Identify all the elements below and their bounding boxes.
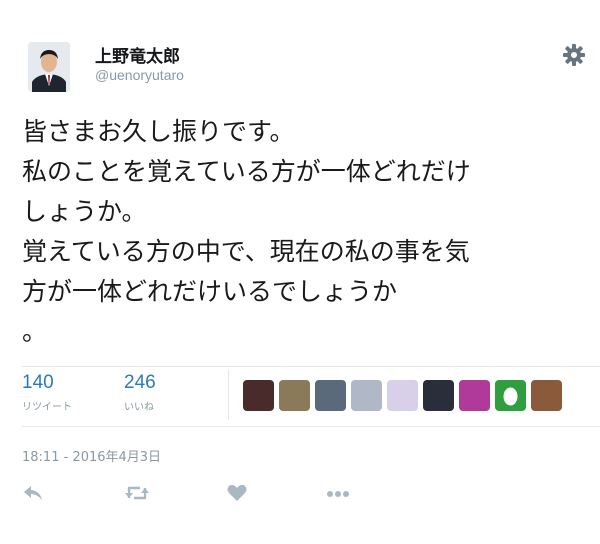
- divider: [22, 426, 600, 427]
- divider: [22, 366, 600, 367]
- avatar-dark-figure[interactable]: [423, 380, 454, 411]
- retweet-stat[interactable]: 140 リツイート: [22, 372, 72, 413]
- avatar-flowers[interactable]: [387, 380, 418, 411]
- liker-avatars: [243, 380, 562, 411]
- tweet-line: 方が一体どれだけいるでしょうか: [22, 277, 398, 306]
- avatar-cats[interactable]: [279, 380, 310, 411]
- likes-label: いいね: [124, 402, 154, 413]
- avatar-brown-animal[interactable]: [531, 380, 562, 411]
- avatar-dark-couple[interactable]: [243, 380, 274, 411]
- avatar-purple[interactable]: [459, 380, 490, 411]
- reply-icon[interactable]: [22, 482, 44, 508]
- tweet-line: しょうか。: [22, 197, 147, 226]
- tweet-line: 。: [22, 317, 48, 346]
- likes-stat[interactable]: 246 いいね: [124, 372, 156, 413]
- retweet-count: 140: [22, 372, 54, 393]
- gear-icon[interactable]: [561, 42, 587, 68]
- tweet-timestamp[interactable]: 18:11 - 2016年4月3日: [22, 446, 161, 465]
- avatar-default-egg[interactable]: [495, 380, 526, 411]
- profile-photo-icon: [28, 42, 70, 92]
- display-name[interactable]: 上野竜太郎: [95, 42, 180, 67]
- tweet-text: 皆さまお久し振りです。 私のことを覚えている方が一体どれだけ しょうか。 覚えて…: [22, 112, 600, 352]
- more-icon[interactable]: [325, 482, 351, 508]
- avatar-illustration[interactable]: [351, 380, 382, 411]
- retweet-label: リツイート: [22, 402, 72, 413]
- avatar[interactable]: [28, 42, 70, 92]
- tweet-line: 皆さまお久し振りです。: [22, 117, 295, 146]
- divider: [228, 370, 229, 420]
- tweet-line: 覚えている方の中で、現在の私の事を気: [22, 237, 470, 266]
- egg-icon: [503, 387, 518, 406]
- likes-count: 246: [124, 372, 156, 393]
- tweet-line: 私のことを覚えている方が一体どれだけ: [22, 157, 471, 186]
- retweet-icon[interactable]: [124, 482, 150, 508]
- user-handle[interactable]: @uenoryutaro: [95, 67, 184, 83]
- heart-icon[interactable]: [226, 482, 248, 508]
- avatar-man-suit[interactable]: [315, 380, 346, 411]
